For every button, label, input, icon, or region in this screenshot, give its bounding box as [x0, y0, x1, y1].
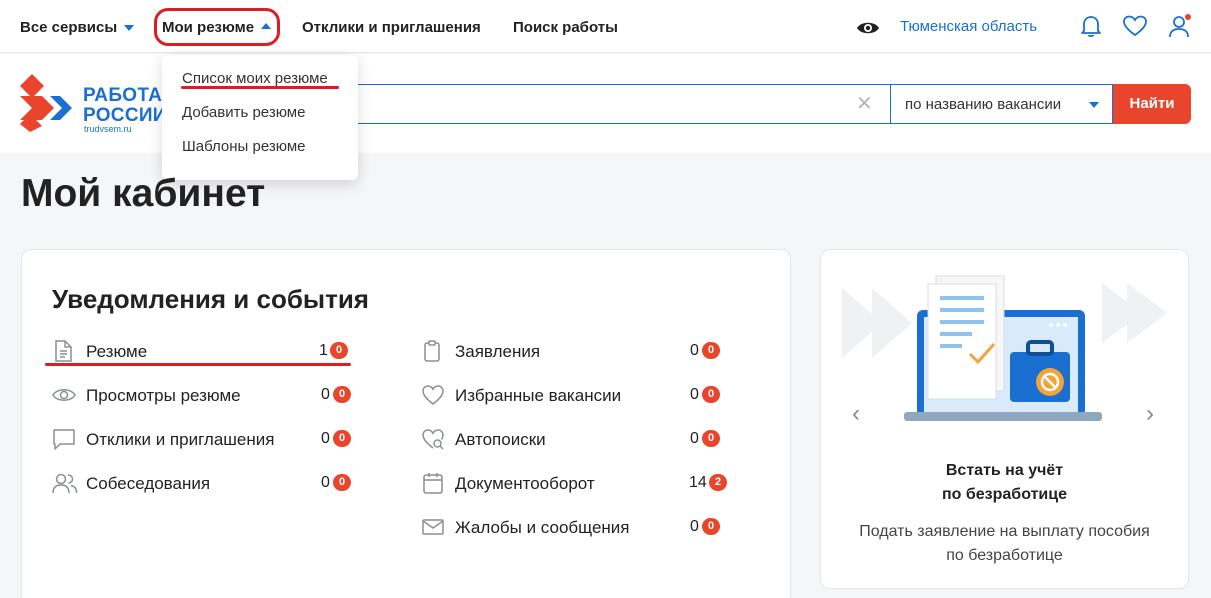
- notif-badge: 0: [333, 474, 351, 491]
- notif-count: 0: [690, 430, 699, 447]
- promo-desc-line-2: по безработице: [946, 547, 1063, 564]
- notif-label: Избранные вакансии: [455, 386, 622, 405]
- eye-icon: [52, 389, 76, 401]
- chat-icon: [53, 429, 75, 450]
- notif-badge: 0: [702, 386, 720, 403]
- clear-search-icon[interactable]: ✕: [856, 94, 873, 114]
- document-icon: [55, 340, 72, 362]
- heart-search-icon: [422, 429, 444, 450]
- notif-row-document-flow[interactable]: Документооборот 14 2: [421, 471, 727, 495]
- calendar-icon: [423, 473, 443, 494]
- notif-badge: 0: [702, 342, 720, 359]
- notif-row-resume[interactable]: Резюме 1 0: [52, 339, 352, 363]
- carousel-prev-icon[interactable]: ‹: [852, 400, 860, 428]
- users-icon: [52, 473, 78, 494]
- region-selector[interactable]: Тюменская область: [900, 18, 1037, 35]
- notif-count: 0: [321, 474, 330, 491]
- chevron-down-icon: [124, 25, 135, 32]
- logo-line-1: РАБОТА: [83, 85, 163, 106]
- page-title: Мой кабинет: [21, 172, 266, 215]
- promo-title-line-1: Встать на учёт: [945, 462, 1064, 479]
- job-search-link[interactable]: Поиск работы: [513, 19, 618, 36]
- notif-row-responses[interactable]: Отклики и приглашения 0 0: [52, 427, 352, 451]
- notif-badge: 0: [702, 430, 720, 447]
- notif-label: Просмотры резюме: [86, 386, 241, 405]
- all-services-label: Все сервисы: [20, 19, 118, 36]
- notif-count: 0: [321, 430, 330, 447]
- notif-count: 0: [321, 386, 330, 403]
- notif-badge: 0: [333, 430, 351, 447]
- responses-link[interactable]: Отклики и приглашения: [302, 19, 481, 36]
- find-button[interactable]: Найти: [1113, 84, 1191, 124]
- logo-subtitle: trudvsem.ru: [84, 124, 132, 134]
- promo-desc-line-1: Подать заявление на выплату пособия: [859, 523, 1150, 540]
- notif-row-autosearches[interactable]: Автопоиски 0 0: [421, 427, 726, 451]
- notif-row-complaints[interactable]: Жалобы и сообщения 0 0: [421, 515, 726, 539]
- notification-dot: [1185, 14, 1191, 20]
- highlight-outline: [154, 8, 280, 46]
- logo-line-2: РОССИИ: [83, 105, 167, 126]
- all-services-menu[interactable]: Все сервисы: [20, 19, 135, 36]
- notif-label: Собеседования: [86, 474, 211, 493]
- notif-count: 0: [690, 342, 699, 359]
- search-mode-select[interactable]: по названию вакансии: [890, 84, 1113, 124]
- logo-text: РАБОТА РОССИИ: [83, 86, 167, 126]
- clipboard-icon: [424, 340, 440, 362]
- notif-row-interviews[interactable]: Собеседования 0 0: [52, 471, 352, 495]
- promo-title: Встать на учёт по безработице: [820, 459, 1189, 507]
- heart-icon: [422, 385, 444, 405]
- search-mode-value: по названию вакансии: [905, 96, 1062, 113]
- notif-label: Автопоиски: [455, 430, 546, 449]
- notif-badge: 0: [702, 518, 720, 535]
- my-resumes-dropdown: Список моих резюме Добавить резюме Шабло…: [162, 55, 358, 180]
- search-input[interactable]: [345, 84, 891, 124]
- notif-count: 0: [690, 386, 699, 403]
- logo-icon[interactable]: [20, 74, 76, 132]
- promo-description[interactable]: Подать заявление на выплату пособия по б…: [820, 520, 1189, 568]
- notif-label: Жалобы и сообщения: [455, 518, 630, 537]
- eye-icon[interactable]: [856, 18, 880, 38]
- notif-count: 0: [690, 518, 699, 535]
- notif-badge: 0: [330, 342, 348, 359]
- dropdown-item-add-resume[interactable]: Добавить резюме: [182, 104, 305, 121]
- laptop-illustration: [842, 275, 1167, 421]
- notif-badge: 2: [709, 474, 727, 491]
- chevron-down-icon: [1089, 102, 1099, 108]
- bell-icon[interactable]: [1080, 14, 1102, 38]
- dropdown-item-resume-list[interactable]: Список моих резюме: [182, 70, 328, 87]
- notif-label: Заявления: [455, 342, 541, 361]
- promo-title-line-2: по безработице: [942, 486, 1067, 503]
- carousel-next-icon[interactable]: ›: [1146, 400, 1154, 428]
- notif-label: Резюме: [86, 342, 148, 361]
- notif-count: 14: [689, 474, 707, 491]
- heart-icon[interactable]: [1122, 14, 1148, 38]
- highlight-underline: [45, 363, 351, 366]
- notif-label: Отклики и приглашения: [86, 430, 275, 449]
- notif-count: 1: [319, 342, 328, 359]
- mail-icon: [422, 519, 444, 535]
- dropdown-item-resume-templates[interactable]: Шаблоны резюме: [182, 138, 305, 155]
- notif-row-resume-views[interactable]: Просмотры резюме 0 0: [52, 383, 352, 407]
- notif-badge: 0: [333, 386, 351, 403]
- notifications-title: Уведомления и события: [52, 284, 369, 314]
- notif-label: Документооборот: [455, 474, 595, 493]
- notif-row-favorite-vacancies[interactable]: Избранные вакансии 0 0: [421, 383, 726, 407]
- highlight-underline: [181, 86, 339, 89]
- notif-row-applications[interactable]: Заявления 0 0: [421, 339, 726, 363]
